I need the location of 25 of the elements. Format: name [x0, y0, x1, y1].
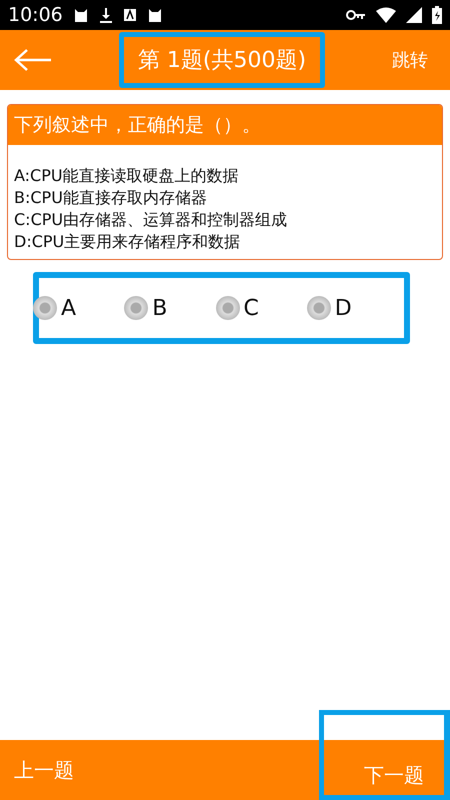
option-text: A:CPU能直接读取硬盘上的数据 [14, 165, 240, 187]
signal-icon [406, 7, 422, 23]
option-text: D:CPU主要用来存储程序和数据 [14, 231, 242, 253]
key-icon [346, 9, 366, 21]
question-stem: 下列叙述中，正确的是（）。 [8, 105, 442, 145]
cat-icon [146, 7, 163, 23]
wifi-icon [376, 7, 396, 23]
cat-icon [72, 7, 89, 23]
status-time: 10:06 [8, 4, 63, 26]
back-button[interactable] [14, 48, 52, 72]
radio-label[interactable]: B [152, 296, 168, 320]
back-arrow-icon [14, 48, 52, 72]
radio-button[interactable] [306, 296, 331, 320]
option-text: C:CPU由存储器、运算器和控制器组成 [14, 209, 288, 231]
download-icon [98, 7, 113, 23]
option-text: B:CPU能直接存取内存储器 [14, 187, 208, 209]
radio-button[interactable] [216, 296, 240, 320]
battery-icon [432, 6, 442, 24]
radio-button[interactable] [124, 296, 148, 320]
radio-label[interactable]: D [334, 296, 352, 320]
radio-label[interactable]: A [61, 296, 76, 320]
radio-button[interactable] [33, 296, 57, 320]
question-counter: 第 1题(共500题) [118, 32, 326, 88]
keyboard-icon [122, 8, 137, 22]
radio-label[interactable]: C [244, 296, 259, 320]
